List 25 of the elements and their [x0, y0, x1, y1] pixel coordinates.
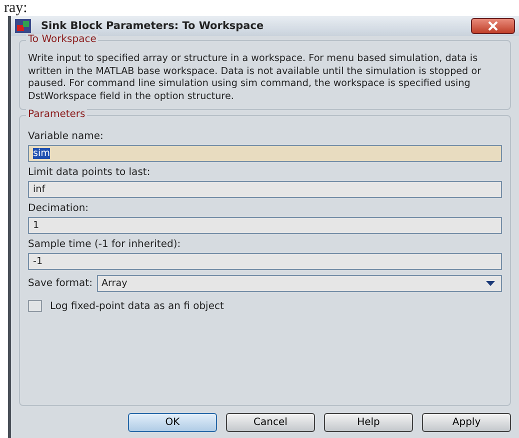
dialog-button[interactable]: Help [324, 413, 413, 432]
close-icon [487, 21, 499, 31]
field-label: Sample time (-1 for inherited): [28, 239, 182, 250]
group-title: To Workspace [26, 34, 98, 45]
input-field[interactable]: -1 [28, 253, 502, 270]
dialog-button[interactable]: Apply [422, 413, 511, 432]
close-button[interactable] [471, 18, 515, 34]
field-label: Limit data points to last: [28, 167, 152, 178]
field-label: Save format: [28, 278, 92, 289]
dialog-button[interactable]: Cancel [226, 413, 315, 432]
window-title: Sink Block Parameters: To Workspace [41, 20, 265, 32]
field-label: Decimation: [28, 203, 90, 214]
input-field[interactable]: sim [28, 145, 502, 162]
field-label: Variable name: [28, 131, 104, 142]
group-title: Parameters [26, 109, 88, 120]
description-text: Write input to specified array or structure in a workspace. For menu based simulation, data is written in the MATLAB base workspace. Data is not available until the simulation is stopped or paused. For command line simulation using sim command, the workspace is specified using DstWorkspace field in the option structure. [28, 53, 482, 103]
checkbox[interactable] [28, 300, 42, 312]
block-diagram-icon [15, 19, 31, 33]
checkbox-label: Log fixed-point data as an fi object [50, 300, 224, 312]
document-text: ray: [3, 0, 28, 16]
input-field[interactable]: 1 [28, 217, 502, 234]
dialog-button[interactable]: OK [128, 413, 217, 432]
dropdown-caret-icon [486, 281, 495, 286]
input-field[interactable]: inf [28, 181, 502, 198]
save-format-dropdown[interactable]: Array [97, 275, 502, 292]
